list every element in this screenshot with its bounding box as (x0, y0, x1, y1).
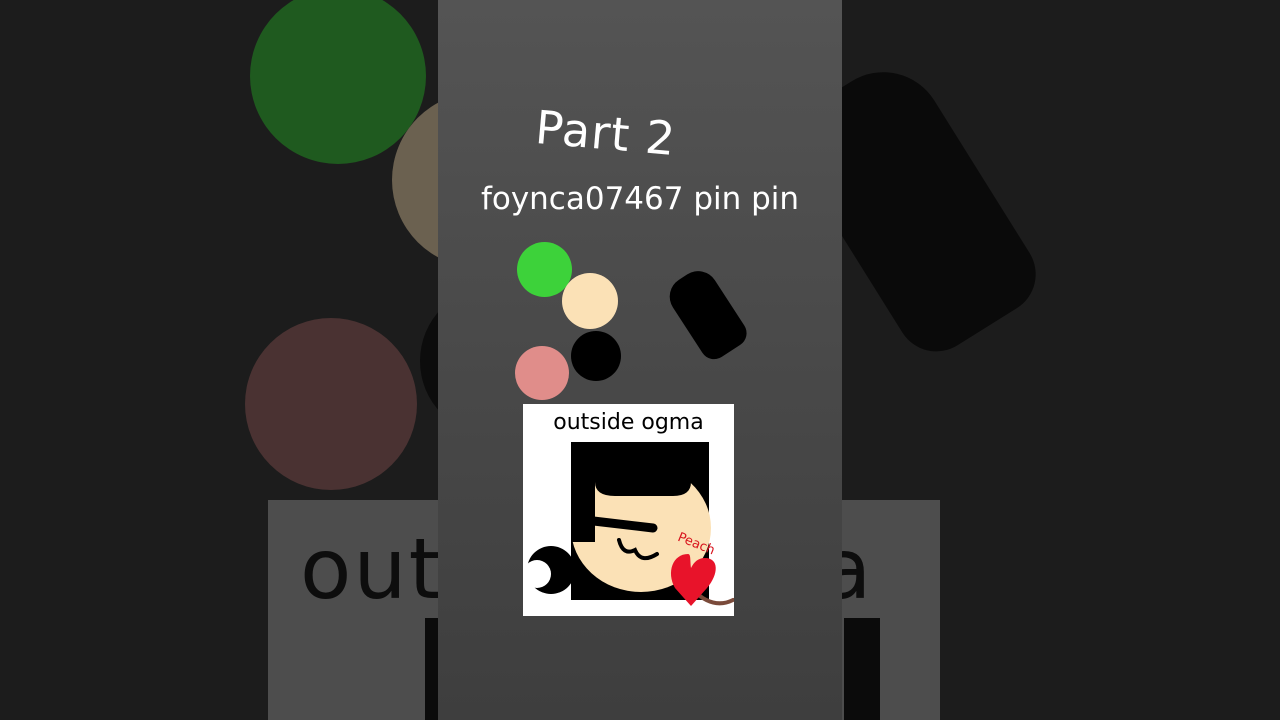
black-wedge (662, 263, 752, 365)
bg-card-text-left: out (300, 520, 444, 618)
peach-circle (562, 273, 618, 329)
page-title: Part 2 (533, 100, 679, 167)
character-card: outside ogma Peach (523, 404, 734, 616)
character-illustration (523, 442, 734, 606)
bg-green-circle (250, 0, 426, 164)
bg-card-bar-right (844, 618, 880, 720)
pink-circle (515, 346, 569, 400)
subtitle: foynca07467 pin pin (480, 181, 800, 217)
black-circle (571, 331, 621, 381)
card-label: outside ogma (553, 410, 704, 435)
hair-left (571, 442, 595, 542)
hair-fringe (593, 444, 691, 496)
bg-pink-circle (245, 318, 417, 490)
moon-cutout (523, 560, 551, 588)
content-panel: Part 2 foynca07467 pin pin outside ogma … (438, 0, 842, 720)
video-frame: out a Part 2 foynca07467 pin pin outside… (0, 0, 1280, 720)
